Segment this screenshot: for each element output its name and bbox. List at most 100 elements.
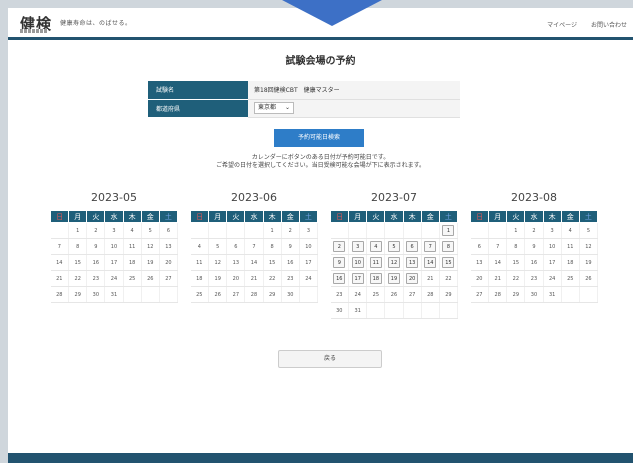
calendar-day-cell: 28: [50, 286, 70, 303]
calendar-day-cell: 31: [543, 286, 562, 303]
calendar-day-cell: 21: [421, 270, 440, 287]
calendar-day-cell: 14: [50, 254, 70, 271]
weekday-header-row: 日月火水木金土: [469, 210, 599, 223]
calendar-day-cell: 14: [244, 254, 264, 271]
calendar-day-cell: 23: [524, 270, 544, 287]
month-calendar: 日月火水木金土 1 2 3 4 5 6 7 8 9 10 11 12 13 14 15 16 17 18 19 20 21…: [49, 210, 179, 303]
calendar-day-cell: 31: [104, 286, 124, 303]
available-date-button[interactable]: 3: [351, 241, 364, 252]
available-date-button[interactable]: 20: [406, 273, 419, 284]
calendar-day-cell: 22: [68, 270, 88, 287]
available-date-button[interactable]: 6: [406, 241, 419, 252]
weekday-header: 金: [420, 210, 440, 223]
calendar-day-cell: 24: [299, 270, 319, 287]
available-date-button[interactable]: 2: [333, 241, 346, 252]
available-date-button[interactable]: 9: [333, 257, 346, 268]
weekday-header: 火: [366, 210, 386, 223]
available-date-button[interactable]: 11: [369, 257, 382, 268]
available-date-button[interactable]: 5: [387, 241, 400, 252]
available-date-button[interactable]: 4: [369, 241, 382, 252]
search-available-dates-button[interactable]: 予約可能日検索: [274, 129, 364, 147]
calendar-day-cell: 15: [439, 254, 459, 271]
weekday-header-row: 日月火水木金土: [329, 210, 459, 223]
calendar-day-cell: 18: [123, 254, 142, 271]
prefecture-cell: 東京都 ⌄: [248, 99, 460, 118]
calendar-week-row: 21 22 23 24 25 26 27: [50, 270, 179, 287]
available-date-button[interactable]: 18: [369, 273, 382, 284]
calendar-day-cell: 13: [226, 254, 246, 271]
site-footer: [8, 453, 633, 463]
calendar-day-cell: 3: [299, 222, 319, 239]
calendar-empty-cell: [226, 222, 246, 239]
available-date-button[interactable]: 7: [424, 241, 437, 252]
calendar-day-cell: 3: [543, 222, 562, 239]
calendar-week-row: 25 26 27 28 29 30: [190, 286, 319, 303]
calendar-week-row: 6 7 8 9 10 11 12: [470, 238, 599, 255]
calendar-day-cell: 13: [470, 254, 490, 271]
available-date-button[interactable]: 12: [387, 257, 400, 268]
calendar-day-cell: 11: [123, 238, 142, 255]
calendar-day-cell: 26: [384, 286, 404, 303]
calendar-day-cell: 17: [104, 254, 124, 271]
calendar-day-cell: 17: [299, 254, 319, 271]
month-calendar: 日月火水木金土 1 2 3 4 5 6 7 8 9 10 11 12 13 14 15 16 17 18 19 20 21…: [469, 210, 599, 303]
available-date-button[interactable]: 19: [387, 273, 400, 284]
calendar-day-cell: 24: [543, 270, 562, 287]
weekday-header: 水: [384, 210, 404, 223]
calendar-day-cell: 2: [524, 222, 544, 239]
calendar-day-cell: 24: [348, 286, 368, 303]
available-date-button[interactable]: 15: [442, 257, 455, 268]
nav-contact-link[interactable]: お問い合わせ: [591, 22, 627, 29]
pointer-arrow-icon: [282, 0, 382, 26]
weekday-header: 日: [189, 210, 210, 223]
available-date-button[interactable]: 10: [351, 257, 364, 268]
back-button[interactable]: 戻る: [278, 350, 382, 368]
calendar-day-cell: 27: [470, 286, 490, 303]
available-date-button[interactable]: 17: [351, 273, 364, 284]
calendar-week-row: 30 31: [330, 302, 459, 319]
page-title: 試験会場の予約: [285, 56, 356, 67]
calendar-day-cell: 18: [366, 270, 386, 287]
weekday-header-row: 日月火水木金土: [189, 210, 319, 223]
calendar-empty-cell: [421, 302, 440, 319]
calendar-day-cell: 26: [579, 270, 599, 287]
month-title: 2023-05: [91, 191, 137, 204]
calendar-week-row: 28 29 30 31: [50, 286, 179, 303]
header-divider: [8, 37, 633, 40]
available-date-button[interactable]: 14: [424, 257, 437, 268]
calendar-empty-cell: [366, 302, 386, 319]
calendar-day-cell: 30: [330, 302, 350, 319]
calendar-day-cell: 4: [366, 238, 386, 255]
calendar-day-cell: 8: [439, 238, 459, 255]
calendar-day-cell: 6: [470, 238, 490, 255]
form-row-exam: 試験名 第18回健検CBT 健康マスター: [148, 81, 460, 100]
calendar-empty-cell: [439, 302, 459, 319]
calendar-day-cell: 31: [348, 302, 368, 319]
calendar-day-cell: 18: [561, 254, 580, 271]
calendar-day-cell: 17: [543, 254, 562, 271]
available-date-button[interactable]: 8: [442, 241, 455, 252]
weekday-header: 金: [560, 210, 580, 223]
calendar-day-cell: 25: [366, 286, 386, 303]
calendar-day-cell: 30: [524, 286, 544, 303]
nav-mypage-link[interactable]: マイページ: [547, 22, 577, 29]
weekday-header: 土: [578, 210, 599, 223]
calendar-day-cell: 2: [86, 222, 106, 239]
prefecture-select[interactable]: 東京都 ⌄: [254, 102, 294, 114]
calendar-day-cell: 12: [141, 238, 160, 255]
calendar-day-cell: 9: [524, 238, 544, 255]
exam-label: 試験名: [148, 81, 248, 100]
weekday-header: 月: [488, 210, 508, 223]
available-date-button[interactable]: 13: [406, 257, 419, 268]
weekday-header: 木: [402, 210, 422, 223]
calendar-day-cell: 30: [281, 286, 300, 303]
calendar-day-cell: 23: [281, 270, 300, 287]
available-date-button[interactable]: 16: [333, 273, 346, 284]
calendar-day-cell: 12: [384, 254, 404, 271]
available-date-button[interactable]: 1: [442, 225, 455, 236]
calendar-empty-cell: [403, 302, 422, 319]
calendar-day-cell: 23: [330, 286, 350, 303]
calendar-info: カレンダーにボタンのある日付が予約可能日です。 ご希望の日付を選択してください。…: [8, 154, 633, 170]
calendar-empty-cell: [366, 222, 386, 239]
calendar-day-cell: 23: [86, 270, 106, 287]
